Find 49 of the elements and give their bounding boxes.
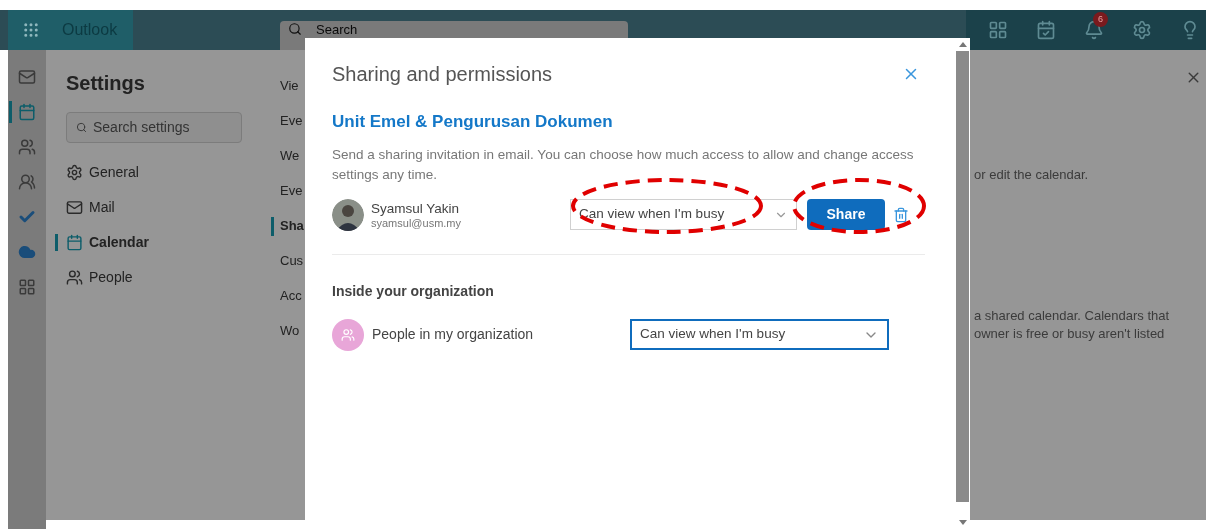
- notebook-icon[interactable]: [988, 20, 1008, 40]
- settings-subnav-item[interactable]: We: [271, 146, 300, 168]
- section-heading: Inside your organization: [332, 281, 495, 301]
- settings-nav-item[interactable]: Mail: [55, 196, 270, 219]
- mail-icon[interactable]: [18, 68, 36, 86]
- scroll-up-icon[interactable]: [958, 42, 967, 47]
- settings-subnav-item[interactable]: Sha: [271, 216, 304, 238]
- settings-subnav-item[interactable]: Eve: [271, 181, 303, 203]
- mail-icon: [66, 199, 83, 216]
- settings-title: Settings: [66, 71, 146, 96]
- scrollbar-thumb[interactable]: [956, 51, 969, 502]
- trash-icon[interactable]: [893, 206, 909, 223]
- settings-nav-item[interactable]: General: [55, 161, 270, 184]
- dialog-description: Send a sharing invitation in email. You can choose how much access to allow and change access settings any time.: [332, 145, 915, 184]
- notification-badge: 6: [1093, 12, 1108, 27]
- entry-name: People in my organization: [372, 325, 535, 344]
- settings-subnav-item[interactable]: Cus: [271, 251, 304, 273]
- calendar-icon: [66, 234, 83, 251]
- content-text: a shared calendar. Calendars that owner is free or busy aren't listed: [974, 306, 1171, 343]
- people-icon[interactable]: [18, 138, 36, 156]
- avatar: [332, 198, 364, 231]
- settings-subnav-item[interactable]: Eve: [271, 111, 303, 133]
- settings-subnav-item[interactable]: Acc: [271, 286, 302, 308]
- settings-icon[interactable]: [1132, 20, 1152, 40]
- dialog-title: Sharing and permissions: [332, 62, 553, 87]
- settings-nav-item[interactable]: Calendar: [55, 231, 270, 254]
- permission-dropdown[interactable]: Can view when I'm busy: [630, 319, 889, 350]
- search-settings-field[interactable]: Search settings: [66, 112, 242, 143]
- person-email: syamsul@usm.my: [371, 216, 462, 230]
- people-icon: [341, 327, 355, 342]
- app-launcher-icon[interactable]: [21, 21, 40, 39]
- person-name: Syamsul Yakin: [371, 199, 461, 217]
- settings-subnav-item[interactable]: Wo: [271, 321, 300, 343]
- cloud-icon[interactable]: [18, 243, 36, 261]
- settings-nav-item[interactable]: People: [55, 266, 270, 289]
- content-text: or edit the calendar.: [974, 166, 1090, 184]
- settings-subnav-item[interactable]: Vie: [271, 76, 299, 98]
- bell-icon[interactable]: [1084, 20, 1104, 40]
- group-icon[interactable]: [18, 173, 36, 191]
- search-icon: [76, 122, 87, 133]
- gear-icon: [66, 164, 83, 181]
- selection-bar: [9, 101, 12, 123]
- search-icon: [288, 22, 302, 36]
- calendar-icon[interactable]: [18, 103, 36, 121]
- calendar-name: Unit Emel & Pengurusan Dokumen: [332, 111, 614, 133]
- people-icon: [66, 269, 83, 286]
- apps-icon[interactable]: [18, 278, 36, 296]
- share-button[interactable]: Share: [807, 199, 885, 230]
- calendar-check-icon[interactable]: [1036, 20, 1056, 40]
